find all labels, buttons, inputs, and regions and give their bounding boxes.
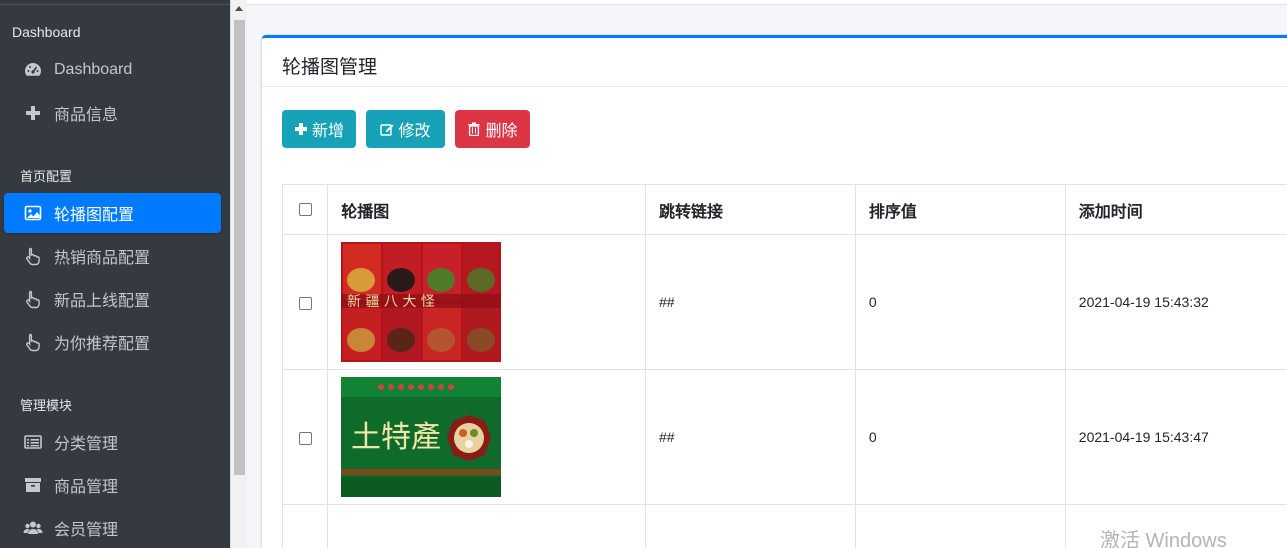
carousel-thumbnail-2[interactable]: 土特產 bbox=[341, 377, 502, 497]
link-cell: ## bbox=[645, 234, 856, 370]
sort-cell: 0 bbox=[854, 369, 1066, 505]
table-row[interactable]: 新 疆 八 大 怪 ## 0 2021-04-19 15:43:32 bbox=[281, 234, 1287, 370]
hand-pointer-icon bbox=[22, 288, 44, 310]
table-row[interactable]: 土特產 ## 0 2021-04-19 15:43:47 bbox=[281, 369, 1287, 505]
edit-icon bbox=[380, 124, 394, 136]
row-check-cell bbox=[281, 234, 329, 370]
table-header-row: 轮播图 跳转链接 排序值 添加时间 bbox=[281, 184, 1287, 235]
sidebar: Dashboard Dashboard 商品信息 首页配置 轮播图配置 热销商品… bbox=[0, 0, 230, 548]
plus-icon bbox=[22, 102, 44, 124]
sidebar-item-dashboard[interactable]: Dashboard bbox=[4, 50, 221, 90]
windows-activation-watermark: 激活 Windows bbox=[1100, 530, 1227, 548]
row-checkbox[interactable] bbox=[298, 431, 312, 445]
sidebar-item-carousel-config[interactable]: 轮播图配置 bbox=[4, 193, 221, 233]
svg-text:新 疆 八 大 怪: 新 疆 八 大 怪 bbox=[347, 294, 435, 310]
carousel-image-cell: 新 疆 八 大 怪 bbox=[327, 234, 646, 370]
sort-cell: 0 bbox=[854, 234, 1066, 370]
link-cell: ## bbox=[645, 369, 856, 505]
sidebar-item-member-manage[interactable]: 会员管理 bbox=[4, 508, 221, 548]
column-header-image[interactable]: 轮播图 bbox=[327, 184, 646, 235]
select-all-cell bbox=[281, 184, 329, 235]
sidebar-item-product-manage[interactable]: 商品管理 bbox=[4, 465, 221, 505]
sidebar-item-hot-products[interactable]: 热销商品配置 bbox=[4, 236, 221, 276]
carousel-table: 轮播图 跳转链接 排序值 添加时间 新 疆 八 大 怪 ## 0 2021-04… bbox=[281, 184, 1287, 548]
edit-button[interactable]: 修改 bbox=[366, 110, 445, 148]
sidebar-item-label: 商品管理 bbox=[54, 479, 119, 496]
hand-pointer-icon bbox=[22, 331, 44, 353]
select-all-checkbox[interactable] bbox=[298, 202, 312, 216]
empty-cell bbox=[854, 504, 1066, 548]
carousel-image-cell: 土特產 bbox=[327, 369, 646, 505]
add-button[interactable]: 新增 bbox=[282, 110, 356, 148]
sidebar-item-category[interactable]: 分类管理 bbox=[4, 422, 221, 462]
card-header: 轮播图管理 bbox=[262, 38, 1287, 87]
time-cell: 2021-04-19 15:43:32 bbox=[1064, 234, 1287, 370]
row-checkbox[interactable] bbox=[298, 296, 312, 310]
tachometer-icon bbox=[22, 59, 44, 81]
sidebar-scrollbar[interactable] bbox=[230, 0, 247, 548]
nav-header-home-config: 首页配置 bbox=[20, 169, 73, 184]
svg-text:土特產: 土特產 bbox=[351, 420, 441, 455]
sidebar-item-label: Dashboard bbox=[54, 61, 133, 78]
nav-header-manage: 管理模块 bbox=[20, 398, 73, 413]
list-icon bbox=[22, 431, 44, 453]
scroll-up-arrow-icon[interactable] bbox=[235, 6, 243, 11]
edit-button-label: 修改 bbox=[398, 123, 431, 140]
row-check-cell bbox=[281, 369, 329, 505]
users-icon bbox=[22, 517, 44, 539]
sidebar-item-label: 商品信息 bbox=[54, 107, 119, 124]
scroll-thumb[interactable] bbox=[234, 20, 245, 475]
sidebar-item-label: 分类管理 bbox=[54, 436, 119, 453]
column-header-time[interactable]: 添加时间 bbox=[1064, 184, 1287, 235]
sidebar-item-label: 会员管理 bbox=[54, 522, 119, 539]
trash-icon bbox=[468, 122, 480, 136]
sidebar-item-label: 轮播图配置 bbox=[54, 207, 135, 224]
column-header-sort[interactable]: 排序值 bbox=[854, 184, 1066, 235]
sidebar-item-label: 热销商品配置 bbox=[54, 250, 151, 267]
carousel-card: 轮播图管理 新增 修改 删除 轮播图 跳转链接 排序值 添加时间 新 疆 八 大… bbox=[262, 35, 1287, 548]
delete-button[interactable]: 删除 bbox=[455, 110, 530, 148]
archive-icon bbox=[22, 474, 44, 496]
empty-cell bbox=[645, 504, 856, 548]
empty-cell bbox=[327, 504, 646, 548]
sidebar-item-new-products[interactable]: 新品上线配置 bbox=[4, 279, 221, 319]
column-header-link[interactable]: 跳转链接 bbox=[645, 184, 856, 235]
sidebar-divider bbox=[0, 0, 230, 5]
time-cell: 2021-04-19 15:43:47 bbox=[1064, 369, 1287, 505]
plus-icon bbox=[294, 123, 307, 135]
page-title: 轮播图管理 bbox=[282, 57, 378, 78]
sidebar-item-label: 为你推荐配置 bbox=[54, 336, 151, 353]
carousel-thumbnail-1[interactable]: 新 疆 八 大 怪 bbox=[341, 242, 502, 362]
nav-header-dashboard: Dashboard bbox=[12, 24, 81, 40]
delete-button-label: 删除 bbox=[485, 123, 518, 140]
image-icon bbox=[22, 202, 44, 224]
sidebar-item-recommend[interactable]: 为你推荐配置 bbox=[4, 322, 221, 362]
sidebar-item-product-info[interactable]: 商品信息 bbox=[4, 93, 221, 133]
sidebar-item-label: 新品上线配置 bbox=[54, 293, 151, 310]
hand-pointer-icon bbox=[22, 245, 44, 267]
add-button-label: 新增 bbox=[311, 123, 344, 140]
top-navbar bbox=[247, 0, 1287, 5]
empty-cell bbox=[281, 504, 329, 548]
